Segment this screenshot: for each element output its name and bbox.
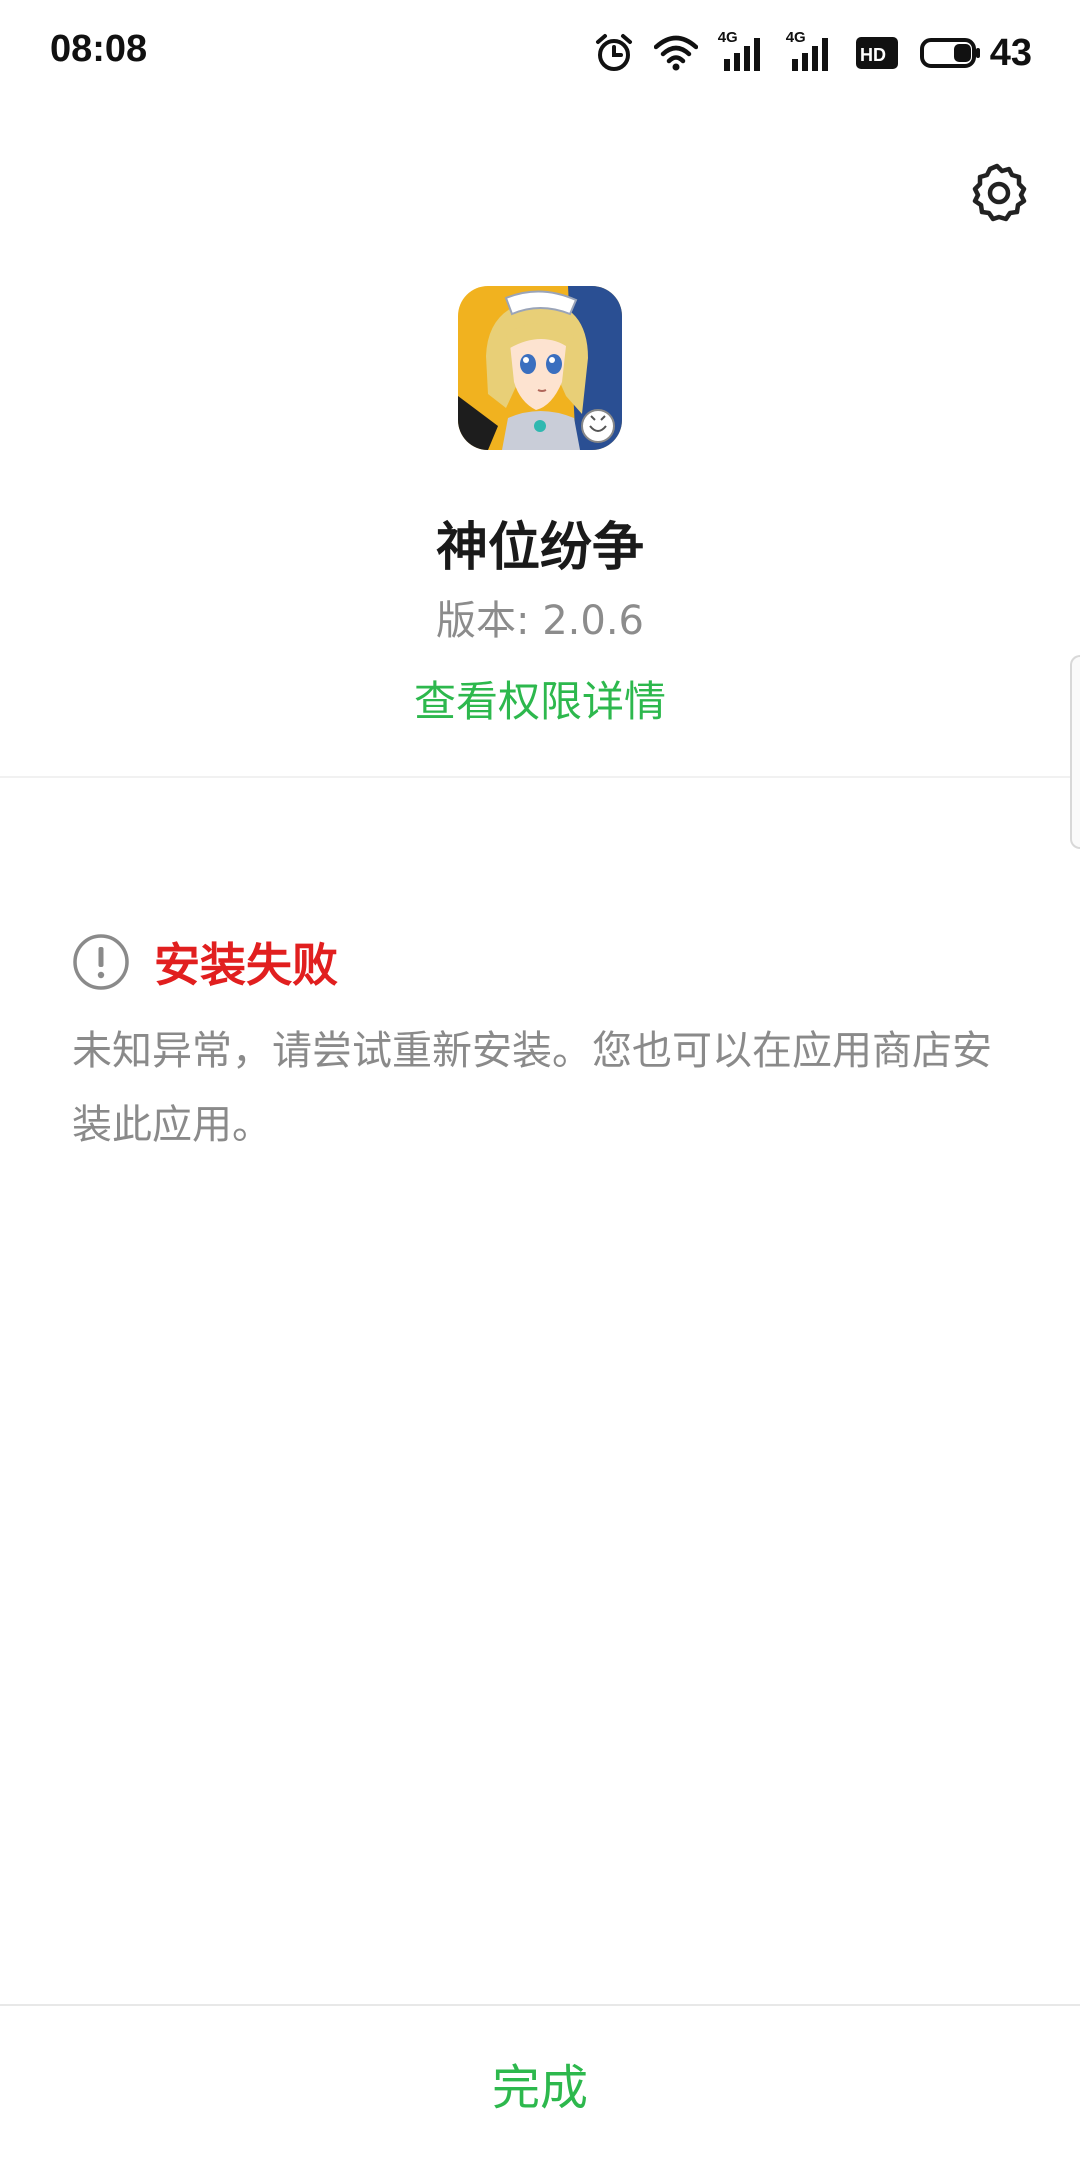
error-header: 安装失败 [72, 932, 338, 992]
svg-text:HD: HD [860, 45, 886, 65]
status-bar: 08:08 4G 4G HD 43 [0, 0, 1080, 110]
divider [0, 776, 1080, 778]
battery-icon [919, 38, 980, 68]
hd-icon: HD [855, 37, 898, 69]
status-time: 08:08 [50, 28, 148, 70]
app-name: 神位纷争 [435, 518, 644, 578]
done-button[interactable]: 完成 [0, 2006, 1080, 2160]
error-message: 未知异常，请尝试重新安装。您也可以在应用商店安装此应用。 [72, 1028, 992, 1148]
warning-icon [73, 934, 129, 990]
permission-details-link[interactable]: 查看权限详情 [0, 668, 1080, 729]
battery-level: 43 [989, 31, 1032, 74]
alarm-icon [595, 34, 632, 71]
app-icon [458, 286, 622, 450]
gear-icon [972, 163, 1027, 222]
signal-4g-icon: 4G [718, 29, 766, 73]
battery-indicator: 43 [919, 31, 1032, 75]
error-title: 安装失败 [154, 938, 338, 992]
edge-handle[interactable] [1070, 655, 1080, 849]
signal-4g-icon: 4G [786, 29, 834, 73]
app-version: 版本: 2.0.6 [436, 598, 644, 644]
settings-button[interactable] [964, 160, 1030, 226]
status-icons: 4G 4G HD 43 [594, 29, 1032, 76]
wifi-icon [653, 35, 698, 71]
